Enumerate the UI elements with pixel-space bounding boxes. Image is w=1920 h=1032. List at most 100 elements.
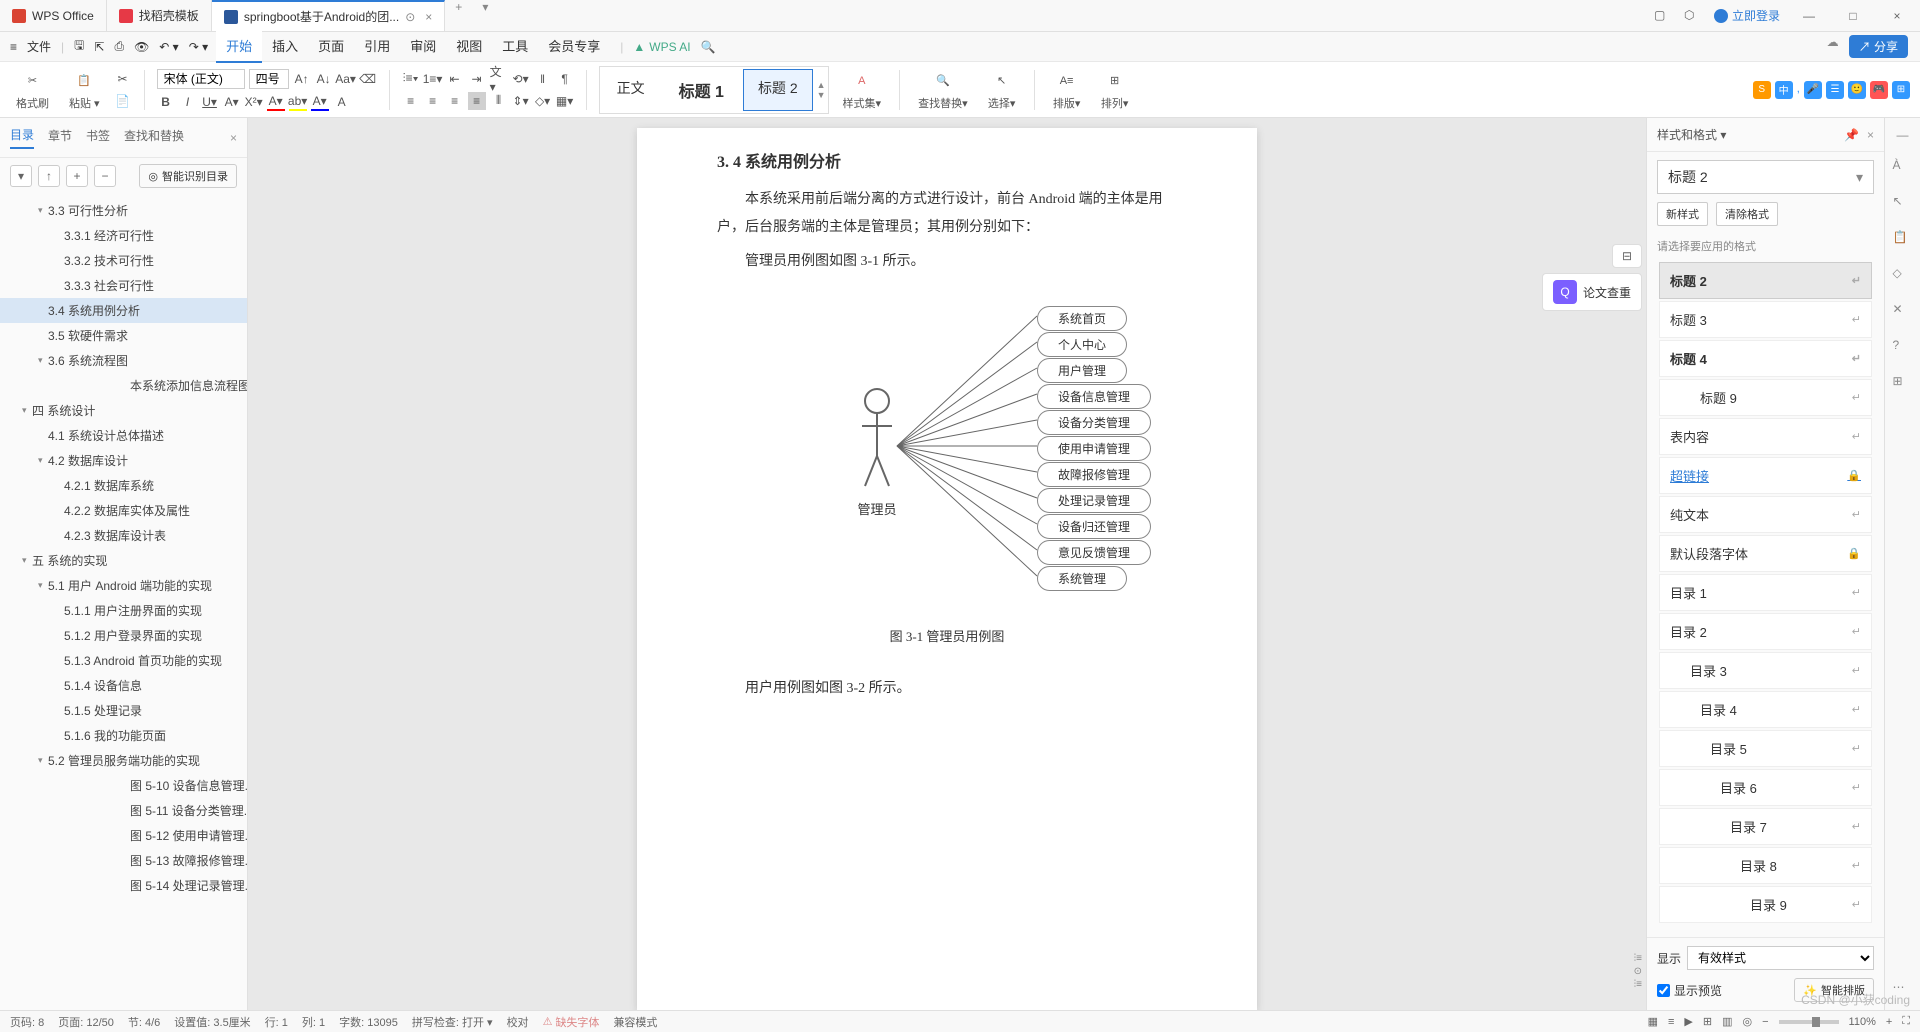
outline-item[interactable]: ▾4.2 数据库设计 [0,448,247,473]
tab-start[interactable]: 开始 [216,30,262,63]
preview-icon[interactable]: 👁 [134,40,149,54]
zoom-level[interactable]: 110% [1849,1016,1876,1028]
size-select[interactable] [249,69,289,89]
tab-insert[interactable]: 插入 [262,30,308,63]
find-group[interactable]: 🔍 查找替换▾ [912,69,974,111]
status-line[interactable]: 行: 1 [265,1014,288,1030]
select-group[interactable]: ↖ 选择▾ [982,69,1022,111]
tab-tools[interactable]: 工具 [492,30,538,63]
new-tab-button[interactable]: + [445,0,472,31]
ci-grid[interactable]: ⊞ [1892,81,1910,99]
scroll-control-icon[interactable]: ⫶≡ [1634,953,1642,964]
view-focus-icon[interactable]: ◎ [1742,1015,1752,1028]
outline-item[interactable]: 图 5-13 故障报修管理... [0,848,247,873]
font-select[interactable] [157,69,245,89]
clear-format-button[interactable]: 清除格式 [1716,202,1778,226]
tab-bookmark[interactable]: 书签 [86,127,110,148]
outline-item[interactable]: 4.2.2 数据库实体及属性 [0,498,247,523]
style-item[interactable]: 目录 2↵ [1659,613,1872,650]
style-item[interactable]: 标题 3↵ [1659,301,1872,338]
outline-item[interactable]: 4.1 系统设计总体描述 [0,423,247,448]
tab-review[interactable]: 审阅 [400,30,446,63]
view-print-icon[interactable]: ▥ [1722,1015,1732,1028]
style-item[interactable]: 默认段落字体🔒 [1659,535,1872,572]
tab-menu-icon[interactable]: ⊙ [405,10,415,24]
italic-icon[interactable]: I [179,93,197,111]
align-left-icon[interactable]: ≡ [402,92,420,110]
select-tool-icon[interactable]: ↖ [1893,194,1913,214]
status-col[interactable]: 列: 1 [302,1014,325,1030]
style-heading2[interactable]: 标题 2 [743,69,813,111]
align-center-icon[interactable]: ≡ [424,92,442,110]
style-item[interactable]: 标题 9↵ [1659,379,1872,416]
tab-document[interactable]: springboot基于Android的团... ⊙ × [212,0,445,31]
outline-item[interactable]: 5.1.4 设备信息 [0,673,247,698]
current-style-select[interactable]: 标题 2 ▾ [1657,160,1874,194]
outline-item[interactable]: 本系统添加信息流程图... [0,373,247,398]
outline-item[interactable]: ▾5.1 用户 Android 端功能的实现 [0,573,247,598]
format-painter-group[interactable]: ✂ 格式刷 [10,69,55,111]
ci-mic[interactable]: 🎤 [1804,81,1822,99]
smart-outline-button[interactable]: ◎ 智能识别目录 [139,164,237,188]
shapes-icon[interactable]: ◇ [1893,266,1913,286]
status-spell[interactable]: 拼写检查: 打开 [412,1017,484,1029]
save-icon[interactable]: 🖫 [74,36,84,57]
style-item[interactable]: 纯文本↵ [1659,496,1872,533]
maximize-icon[interactable]: □ [1838,9,1868,23]
change-case-icon[interactable]: Aa▾ [337,70,355,88]
asian-layout-icon[interactable]: ⟲▾ [512,70,530,88]
outline-item[interactable]: 5.1.2 用户登录界面的实现 [0,623,247,648]
style-item[interactable]: 目录 9↵ [1659,886,1872,923]
style-list[interactable]: 标题 2↵标题 3↵标题 4↵标题 9↵表内容↵超链接🔒纯文本↵默认段落字体🔒目… [1647,258,1884,937]
help-icon[interactable]: ? [1893,338,1913,358]
view-read-icon[interactable]: ▶ [1684,1015,1692,1028]
style-item[interactable]: 表内容↵ [1659,418,1872,455]
paper-check-button[interactable]: Q 论文查重 [1542,273,1642,311]
status-words[interactable]: 字数: 13095 [339,1014,398,1030]
styleset-group[interactable]: A 样式集▾ [837,69,888,111]
share-button[interactable]: ↗ 分享 [1849,35,1908,58]
outline-item[interactable]: 图 5-10 设备信息管理... [0,773,247,798]
print-icon[interactable]: ⎙ [114,39,124,54]
align-justify-icon[interactable]: ≡ [468,92,486,110]
window-icon[interactable]: ▢ [1654,8,1670,24]
bullet-list-icon[interactable]: ⫶≡▾ [402,70,420,88]
outline-item[interactable]: 5.1.6 我的功能页面 [0,723,247,748]
wps-ai-button[interactable]: ▲ WPS AI [633,40,690,54]
redo-icon[interactable]: ↷ ▾ [189,40,208,54]
outline-item[interactable]: 3.3.2 技术可行性 [0,248,247,273]
tab-page[interactable]: 页面 [308,30,354,63]
ci-game[interactable]: 🎮 [1870,81,1888,99]
text-effect-icon[interactable]: A▾ [311,93,329,111]
strike-icon[interactable]: A▾ [223,93,241,111]
outline-item[interactable]: ▾3.6 系统流程图 [0,348,247,373]
tab-chapter[interactable]: 章节 [48,127,72,148]
underline-icon[interactable]: U▾ [201,93,219,111]
ci-emoji[interactable]: 🙂 [1848,81,1866,99]
document-area[interactable]: H₂⫶⫶ Q 论文查重 ⊟ 3. 4 系统用例分析 本系统采用前后端分离的方式进… [248,118,1646,1010]
view-page-icon[interactable]: ▦ [1648,1015,1658,1028]
outline-item[interactable]: 图 5-11 设备分类管理... [0,798,247,823]
outline-item[interactable]: 4.2.1 数据库系统 [0,473,247,498]
status-missing-font[interactable]: ⚠缺失字体 [543,1014,600,1030]
outline-item[interactable]: ▾5.2 管理员服务端功能的实现 [0,748,247,773]
fullscreen-icon[interactable]: ⛶ [1902,1015,1910,1028]
outline-item[interactable]: ▾五 系统的实现 [0,548,247,573]
outline-item[interactable]: 3.3.3 社会可行性 [0,273,247,298]
number-list-icon[interactable]: 1≡▾ [424,70,442,88]
ci-kb[interactable]: ☰ [1826,81,1844,99]
style-item[interactable]: 超链接🔒 [1659,457,1872,494]
style-heading1[interactable]: 标题 1 [664,69,739,111]
text-direction-icon[interactable]: 文▾ [490,70,508,88]
style-editor-icon[interactable]: À [1893,158,1913,178]
file-menu[interactable]: 文件 [27,38,51,55]
scroll-control-icon[interactable]: ⊙ [1634,966,1642,977]
style-item[interactable]: 目录 8↵ [1659,847,1872,884]
rightpane-close-icon[interactable]: × [1867,128,1874,142]
shading-icon[interactable]: ◇▾ [534,92,552,110]
view-outline-icon[interactable]: ≡ [1668,1016,1674,1028]
style-down-icon[interactable]: ▼ [817,90,826,100]
paste-group[interactable]: 📋 粘贴 ▾ [63,69,106,111]
search-icon[interactable]: 🔍 [701,40,716,54]
menu-icon[interactable]: ≡ [10,40,17,54]
